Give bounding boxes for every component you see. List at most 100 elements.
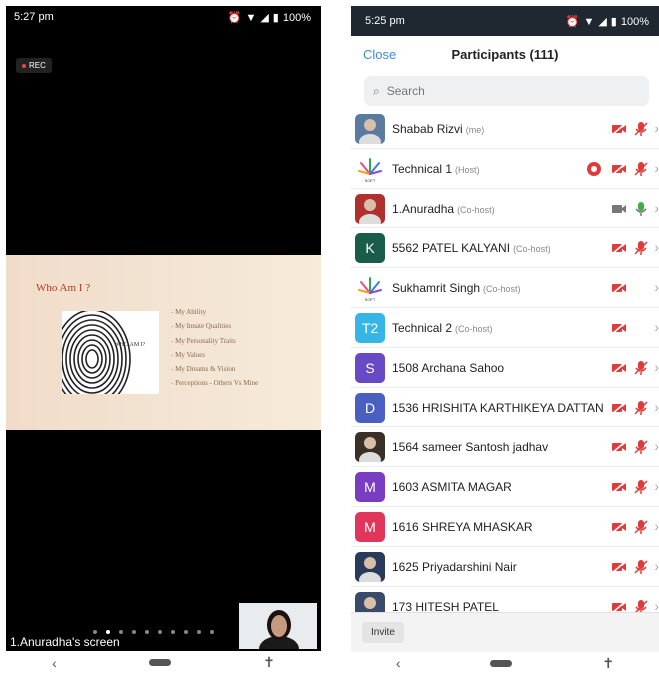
participant-row[interactable]: 173 HITESH PATEL › <box>351 587 659 612</box>
participant-name-text: Technical 2 <box>392 320 453 335</box>
left-nav-bar: ‹ ✝ <box>6 651 321 674</box>
participant-role: (Co-host) <box>483 284 521 295</box>
video-off-icon <box>611 240 627 256</box>
recording-badge: REC <box>16 58 52 73</box>
shared-screen-view: 5:27 pm ⏰ ▼ ◢ ▮ 100% REC Who Am I ? WHO … <box>6 6 321 651</box>
chevron-right-icon: › <box>654 438 659 455</box>
page-dot[interactable] <box>106 630 110 634</box>
participant-row[interactable]: Shabab Rizvi (me) › <box>351 109 659 149</box>
participant-row[interactable]: 1625 Priyadarshini Nair › <box>351 547 659 587</box>
mic-off-icon <box>633 161 649 177</box>
participant-name-text: 173 HITESH PATEL <box>392 599 499 612</box>
participant-row[interactable]: M 1616 SHREYA MHASKAR › <box>351 507 659 547</box>
page-dot[interactable] <box>171 630 175 634</box>
home-button[interactable] <box>148 659 171 666</box>
slide-bullet: Perceptions - Others Vs Mine <box>171 376 258 390</box>
chevron-right-icon: › <box>654 597 659 612</box>
video-on-icon <box>611 201 627 217</box>
participant-row[interactable]: 1.Anuradha (Co-host) › <box>351 189 659 229</box>
fingerprint-caption: WHO AM I? <box>114 342 146 348</box>
chevron-right-icon: › <box>654 279 659 296</box>
participant-name: 5562 PATEL KALYANI (Co-host) <box>392 241 551 255</box>
avatar-logo-icon: SOFT <box>355 153 385 184</box>
back-icon[interactable]: ‹ <box>52 655 57 671</box>
status-icons: ⏰ ▼ ◢ ▮ 100% <box>228 11 311 25</box>
participant-name: 1536 HRISHITA KARTHIKEYA DATTAN <box>392 401 604 415</box>
home-button[interactable] <box>490 659 513 667</box>
mic-off-icon <box>633 240 649 256</box>
video-off-icon <box>611 320 627 336</box>
participant-name: Technical 2 (Co-host) <box>392 321 493 335</box>
participant-name: 1508 Archana Sahoo <box>392 361 504 375</box>
participants-list: Shabab Rizvi (me) › SOFT Technical 1 (Host) › 1… <box>351 109 659 612</box>
slide-bullet: My Innate Qualities <box>171 319 258 333</box>
page-dot[interactable] <box>93 630 97 634</box>
video-off-icon <box>611 599 627 612</box>
chevron-right-icon: › <box>654 517 659 534</box>
search-input[interactable]: ⌕ Search <box>364 76 649 106</box>
chevron-right-icon: › <box>654 239 659 256</box>
fingerprint-icon <box>62 311 131 394</box>
participant-name: Shabab Rizvi (me) <box>392 122 484 136</box>
participant-role: (Host) <box>455 164 480 175</box>
avatar: M <box>355 472 385 503</box>
participant-row[interactable]: 1564 sameer Santosh jadhav › <box>351 427 659 468</box>
participant-row[interactable]: M 1603 ASMITA MAGAR › <box>351 467 659 507</box>
invite-button[interactable]: Invite <box>362 622 404 643</box>
participant-row[interactable]: D 1536 HRISHITA KARTHIKEYA DATTAN › <box>351 388 659 428</box>
chevron-right-icon: › <box>654 398 659 415</box>
search-icon: ⌕ <box>373 83 380 98</box>
chevron-right-icon: › <box>654 199 659 216</box>
slide-bullets: My Ability My Innate Qualities My Person… <box>171 305 258 391</box>
status-icons: ⏰ ▼ ◢ ▮ 100% <box>566 15 649 29</box>
battery-icon: ▮ <box>272 12 279 24</box>
avatar-photo-icon <box>355 551 385 582</box>
video-off-icon <box>611 439 627 455</box>
page-dot[interactable] <box>184 630 188 634</box>
participant-row[interactable]: S 1508 Archana Sahoo › <box>351 348 659 388</box>
page-dot[interactable] <box>158 630 162 634</box>
participant-name-text: Sukhamrit Singh <box>392 281 481 296</box>
status-bar: 5:27 pm ⏰ ▼ ◢ ▮ 100% <box>6 6 321 28</box>
chevron-right-icon: › <box>654 120 659 136</box>
slide-bullet: My Values <box>171 348 258 362</box>
speaker-video-thumbnail[interactable] <box>239 603 317 649</box>
accessibility-icon[interactable]: ✝ <box>263 654 275 671</box>
page-dot[interactable] <box>145 630 149 634</box>
page-dot[interactable] <box>210 630 214 634</box>
page-indicator[interactable] <box>93 630 214 634</box>
participant-name-text: Technical 1 <box>392 161 453 176</box>
back-icon[interactable]: ‹ <box>396 655 401 671</box>
avatar: T2 <box>355 312 385 343</box>
video-off-icon <box>611 400 627 416</box>
search-placeholder: Search <box>386 84 425 98</box>
participants-header: Close Participants (111) <box>351 36 659 72</box>
status-time: 5:27 pm <box>14 11 54 23</box>
page-dot[interactable] <box>197 630 201 634</box>
slide-title: Who Am I ? <box>36 282 91 294</box>
battery-level: 100% <box>282 11 311 24</box>
signal-icon: ◢ <box>260 12 269 24</box>
video-off-icon <box>611 559 627 575</box>
record-dot-icon <box>22 63 26 68</box>
page-dot[interactable] <box>119 630 123 634</box>
svg-text:SOFT: SOFT <box>365 297 376 302</box>
signal-icon: ◢ <box>598 16 607 28</box>
wifi-icon: ▼ <box>245 11 257 24</box>
participant-row[interactable]: SOFT Technical 1 (Host) › <box>351 149 659 189</box>
participant-row[interactable]: K 5562 PATEL KALYANI (Co-host) › <box>351 228 659 269</box>
accessibility-icon[interactable]: ✝ <box>602 655 614 672</box>
avatar-photo-icon <box>355 591 385 612</box>
participant-name-text: 1616 SHREYA MHASKAR <box>392 519 533 534</box>
participant-name: 1603 ASMITA MAGAR <box>392 480 512 494</box>
battery-icon: ▮ <box>610 16 617 28</box>
person-avatar-icon <box>239 603 317 649</box>
participant-name-text: 1508 Archana Sahoo <box>392 360 505 375</box>
participant-name-text: 1.Anuradha <box>392 201 455 216</box>
mic-off-icon <box>633 439 649 455</box>
participant-name-text: 1536 HRISHITA KARTHIKEYA DATTAN <box>392 400 604 415</box>
participant-row[interactable]: T2 Technical 2 (Co-host) › <box>351 308 659 348</box>
participant-name: 1616 SHREYA MHASKAR <box>392 520 533 534</box>
page-dot[interactable] <box>132 630 136 634</box>
participant-row[interactable]: SOFT Sukhamrit Singh (Co-host) › <box>351 268 659 308</box>
